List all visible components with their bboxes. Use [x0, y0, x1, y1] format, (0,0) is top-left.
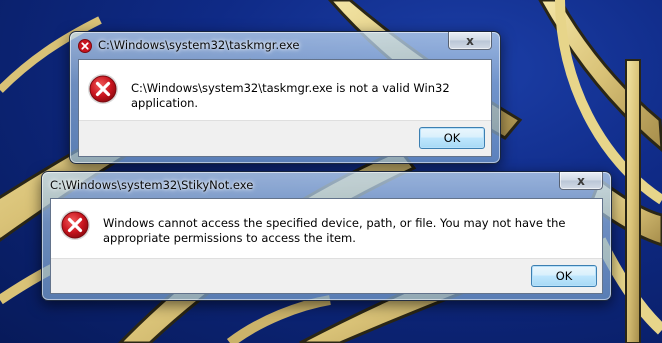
message-area: Windows cannot access the specified devi… [51, 199, 602, 260]
error-dialog-stikynot: C:\Windows\system32\StikyNot.exe x Windo… [41, 171, 612, 301]
close-icon: x [577, 173, 585, 188]
ok-button[interactable]: OK [419, 127, 485, 149]
title-bar[interactable]: C:\Windows\system32\StikyNot.exe x [42, 172, 611, 198]
dialog-client-area: Windows cannot access the specified devi… [50, 198, 603, 294]
close-button[interactable]: x [448, 32, 492, 50]
error-message: Windows cannot access the specified devi… [103, 216, 566, 245]
ok-button[interactable]: OK [531, 265, 597, 287]
message-area: C:\Windows\system32\taskmgr.exe is not a… [79, 60, 491, 122]
title-bar[interactable]: C:\Windows\system32\taskmgr.exe x [70, 32, 500, 58]
window-title: C:\Windows\system32\StikyNot.exe [50, 178, 254, 192]
dialog-client-area: C:\Windows\system32\taskmgr.exe is not a… [78, 59, 492, 157]
button-bar: OK [51, 258, 602, 293]
close-icon: x [466, 33, 474, 48]
error-icon [78, 39, 92, 53]
error-message: C:\Windows\system32\taskmgr.exe is not a… [131, 81, 450, 110]
error-icon [88, 74, 118, 104]
window-title: C:\Windows\system32\taskmgr.exe [98, 38, 300, 52]
error-icon [60, 210, 90, 240]
close-button[interactable]: x [559, 172, 603, 190]
button-bar: OK [79, 120, 491, 156]
error-dialog-taskmgr: C:\Windows\system32\taskmgr.exe x C:\Win… [69, 31, 501, 164]
